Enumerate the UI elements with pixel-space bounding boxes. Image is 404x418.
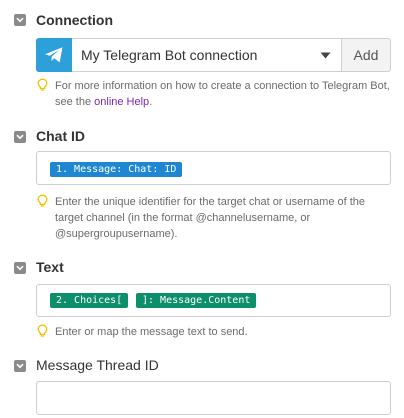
- connection-collapse-toggle[interactable]: [14, 14, 26, 26]
- chat-id-collapse-toggle[interactable]: [14, 131, 26, 143]
- lightbulb-icon: [37, 324, 48, 337]
- chat-id-token[interactable]: 1. Message: Chat: ID: [50, 162, 183, 177]
- chevron-down-icon: [16, 17, 24, 23]
- text-collapse-toggle[interactable]: [14, 262, 26, 274]
- connection-hint-end: .: [149, 96, 153, 108]
- lightbulb-icon: [37, 78, 48, 91]
- text-input[interactable]: 2. Choices[ ]: Message.Content: [36, 284, 391, 317]
- add-button-label: Add: [353, 47, 379, 63]
- online-help-link[interactable]: online Help: [94, 96, 149, 108]
- text-hint: Enter or map the message text to send.: [37, 324, 395, 340]
- caret-down-icon: [320, 52, 331, 59]
- connection-selected-value: My Telegram Bot connection: [81, 47, 258, 63]
- text-label: Text: [36, 259, 64, 275]
- connection-hint: For more information on how to create a …: [37, 78, 395, 110]
- chat-id-hint: Enter the unique identifier for the targ…: [37, 194, 395, 242]
- text-token-message-content[interactable]: ]: Message.Content: [136, 293, 257, 308]
- chevron-down-icon: [16, 265, 24, 271]
- lightbulb-icon: [37, 194, 48, 207]
- message-thread-label: Message Thread ID: [36, 357, 159, 373]
- connection-label: Connection: [36, 12, 113, 28]
- chat-id-label: Chat ID: [36, 128, 85, 144]
- message-thread-collapse-toggle[interactable]: [14, 360, 26, 372]
- chat-id-input[interactable]: 1. Message: Chat: ID: [36, 151, 391, 185]
- connection-select[interactable]: My Telegram Bot connection: [36, 38, 341, 72]
- message-thread-input[interactable]: [36, 381, 391, 415]
- text-token-choices[interactable]: 2. Choices[: [50, 293, 129, 308]
- add-connection-button[interactable]: Add: [341, 38, 391, 72]
- chevron-down-icon: [16, 363, 24, 369]
- text-hint-text: Enter or map the message text to send.: [55, 326, 248, 338]
- telegram-app-icon: [36, 38, 72, 72]
- chevron-down-icon: [16, 134, 24, 140]
- chat-id-hint-text: Enter the unique identifier for the targ…: [55, 196, 366, 240]
